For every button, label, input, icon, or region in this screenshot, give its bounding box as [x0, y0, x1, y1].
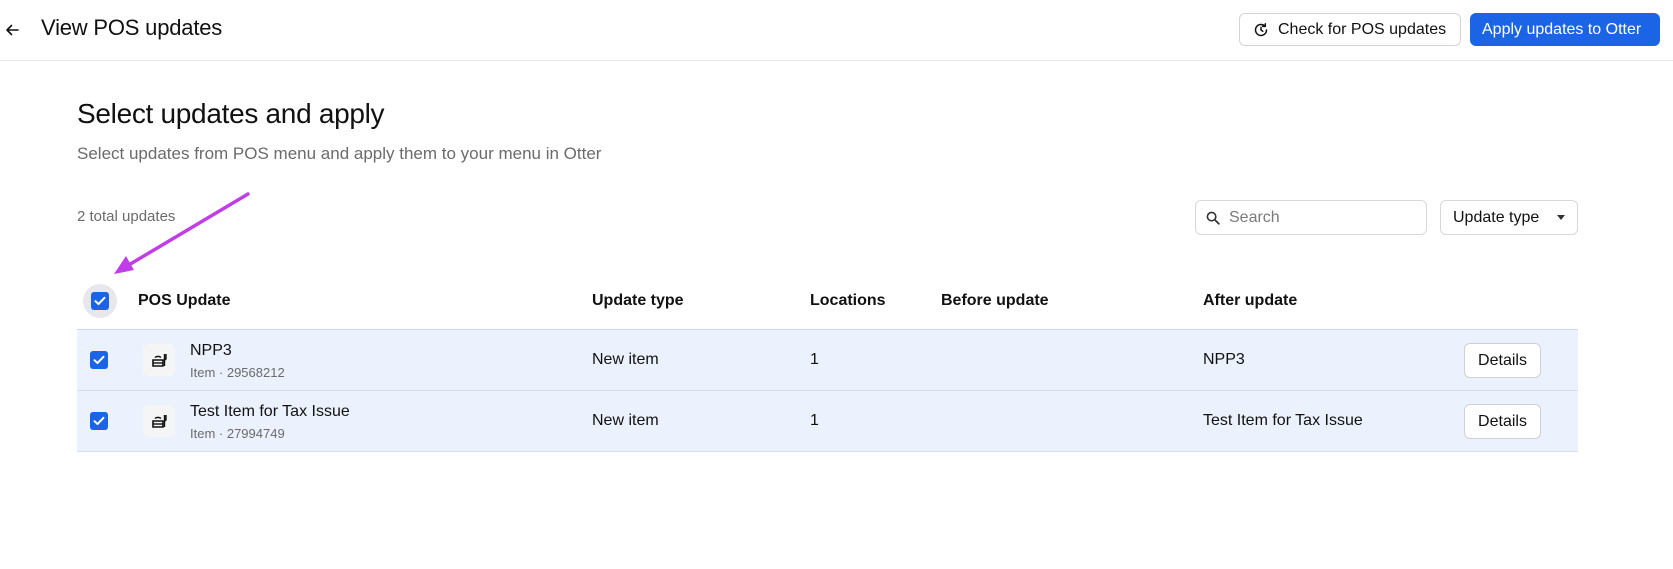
select-all-checkbox[interactable]: [91, 292, 109, 310]
check-for-pos-updates-label: Check for POS updates: [1278, 20, 1447, 38]
locations-cell: 1: [810, 351, 819, 368]
top-bar: View POS updates Check for POS updates A…: [0, 0, 1673, 61]
menu-item-icon: [143, 344, 175, 376]
details-button[interactable]: Details: [1464, 404, 1541, 439]
search-input[interactable]: [1229, 208, 1409, 227]
row-checkbox[interactable]: [90, 351, 108, 369]
menu-item-icon: [143, 405, 175, 437]
item-meta: Item · 27994749: [190, 426, 285, 441]
apply-updates-button[interactable]: Apply updates to Otter: [1470, 13, 1660, 46]
apply-updates-label: Apply updates to Otter: [1482, 20, 1642, 38]
check-for-pos-updates-button[interactable]: Check for POS updates: [1239, 13, 1461, 46]
update-type-cell: New item: [592, 351, 659, 368]
search-icon: [1206, 211, 1220, 225]
section-subtitle: Select updates from POS menu and apply t…: [77, 144, 602, 163]
pos-updates-table: POS Update Update type Locations Before …: [77, 278, 1578, 452]
column-header-after-update: After update: [1203, 292, 1298, 309]
item-meta: Item · 29568212: [190, 365, 285, 380]
table-header: POS Update Update type Locations Before …: [77, 278, 1578, 330]
update-type-filter-label: Update type: [1453, 208, 1540, 226]
table-row[interactable]: NPP3 Item · 29568212 New item 1 NPP3 Det…: [77, 330, 1578, 391]
checkmark-icon: [94, 296, 106, 305]
checkmark-icon: [93, 355, 105, 364]
table-row[interactable]: Test Item for Tax Issue Item · 27994749 …: [77, 391, 1578, 452]
column-header-update-type: Update type: [592, 292, 684, 309]
item-name: Test Item for Tax Issue: [190, 403, 350, 420]
refresh-clock-icon: [1253, 22, 1269, 38]
arrow-left-icon: [5, 23, 19, 37]
column-header-before-update: Before update: [941, 292, 1049, 309]
select-all-checkbox-wrapper: [83, 284, 117, 318]
back-button[interactable]: [0, 16, 24, 44]
search-field[interactable]: [1195, 200, 1427, 235]
column-header-pos-update: POS Update: [138, 292, 231, 309]
annotation-arrow: [114, 192, 250, 274]
section-title: Select updates and apply: [77, 98, 385, 129]
locations-cell: 1: [810, 412, 819, 429]
page-title: View POS updates: [41, 15, 223, 40]
checkmark-icon: [93, 416, 105, 425]
caret-down-icon: [1557, 215, 1565, 220]
after-update-cell: NPP3: [1203, 351, 1245, 368]
after-update-cell: Test Item for Tax Issue: [1203, 412, 1363, 429]
details-button[interactable]: Details: [1464, 343, 1541, 378]
column-header-locations: Locations: [810, 292, 886, 309]
row-checkbox[interactable]: [90, 412, 108, 430]
update-type-cell: New item: [592, 412, 659, 429]
item-name: NPP3: [190, 342, 232, 359]
update-type-filter-dropdown[interactable]: Update type: [1440, 200, 1578, 235]
